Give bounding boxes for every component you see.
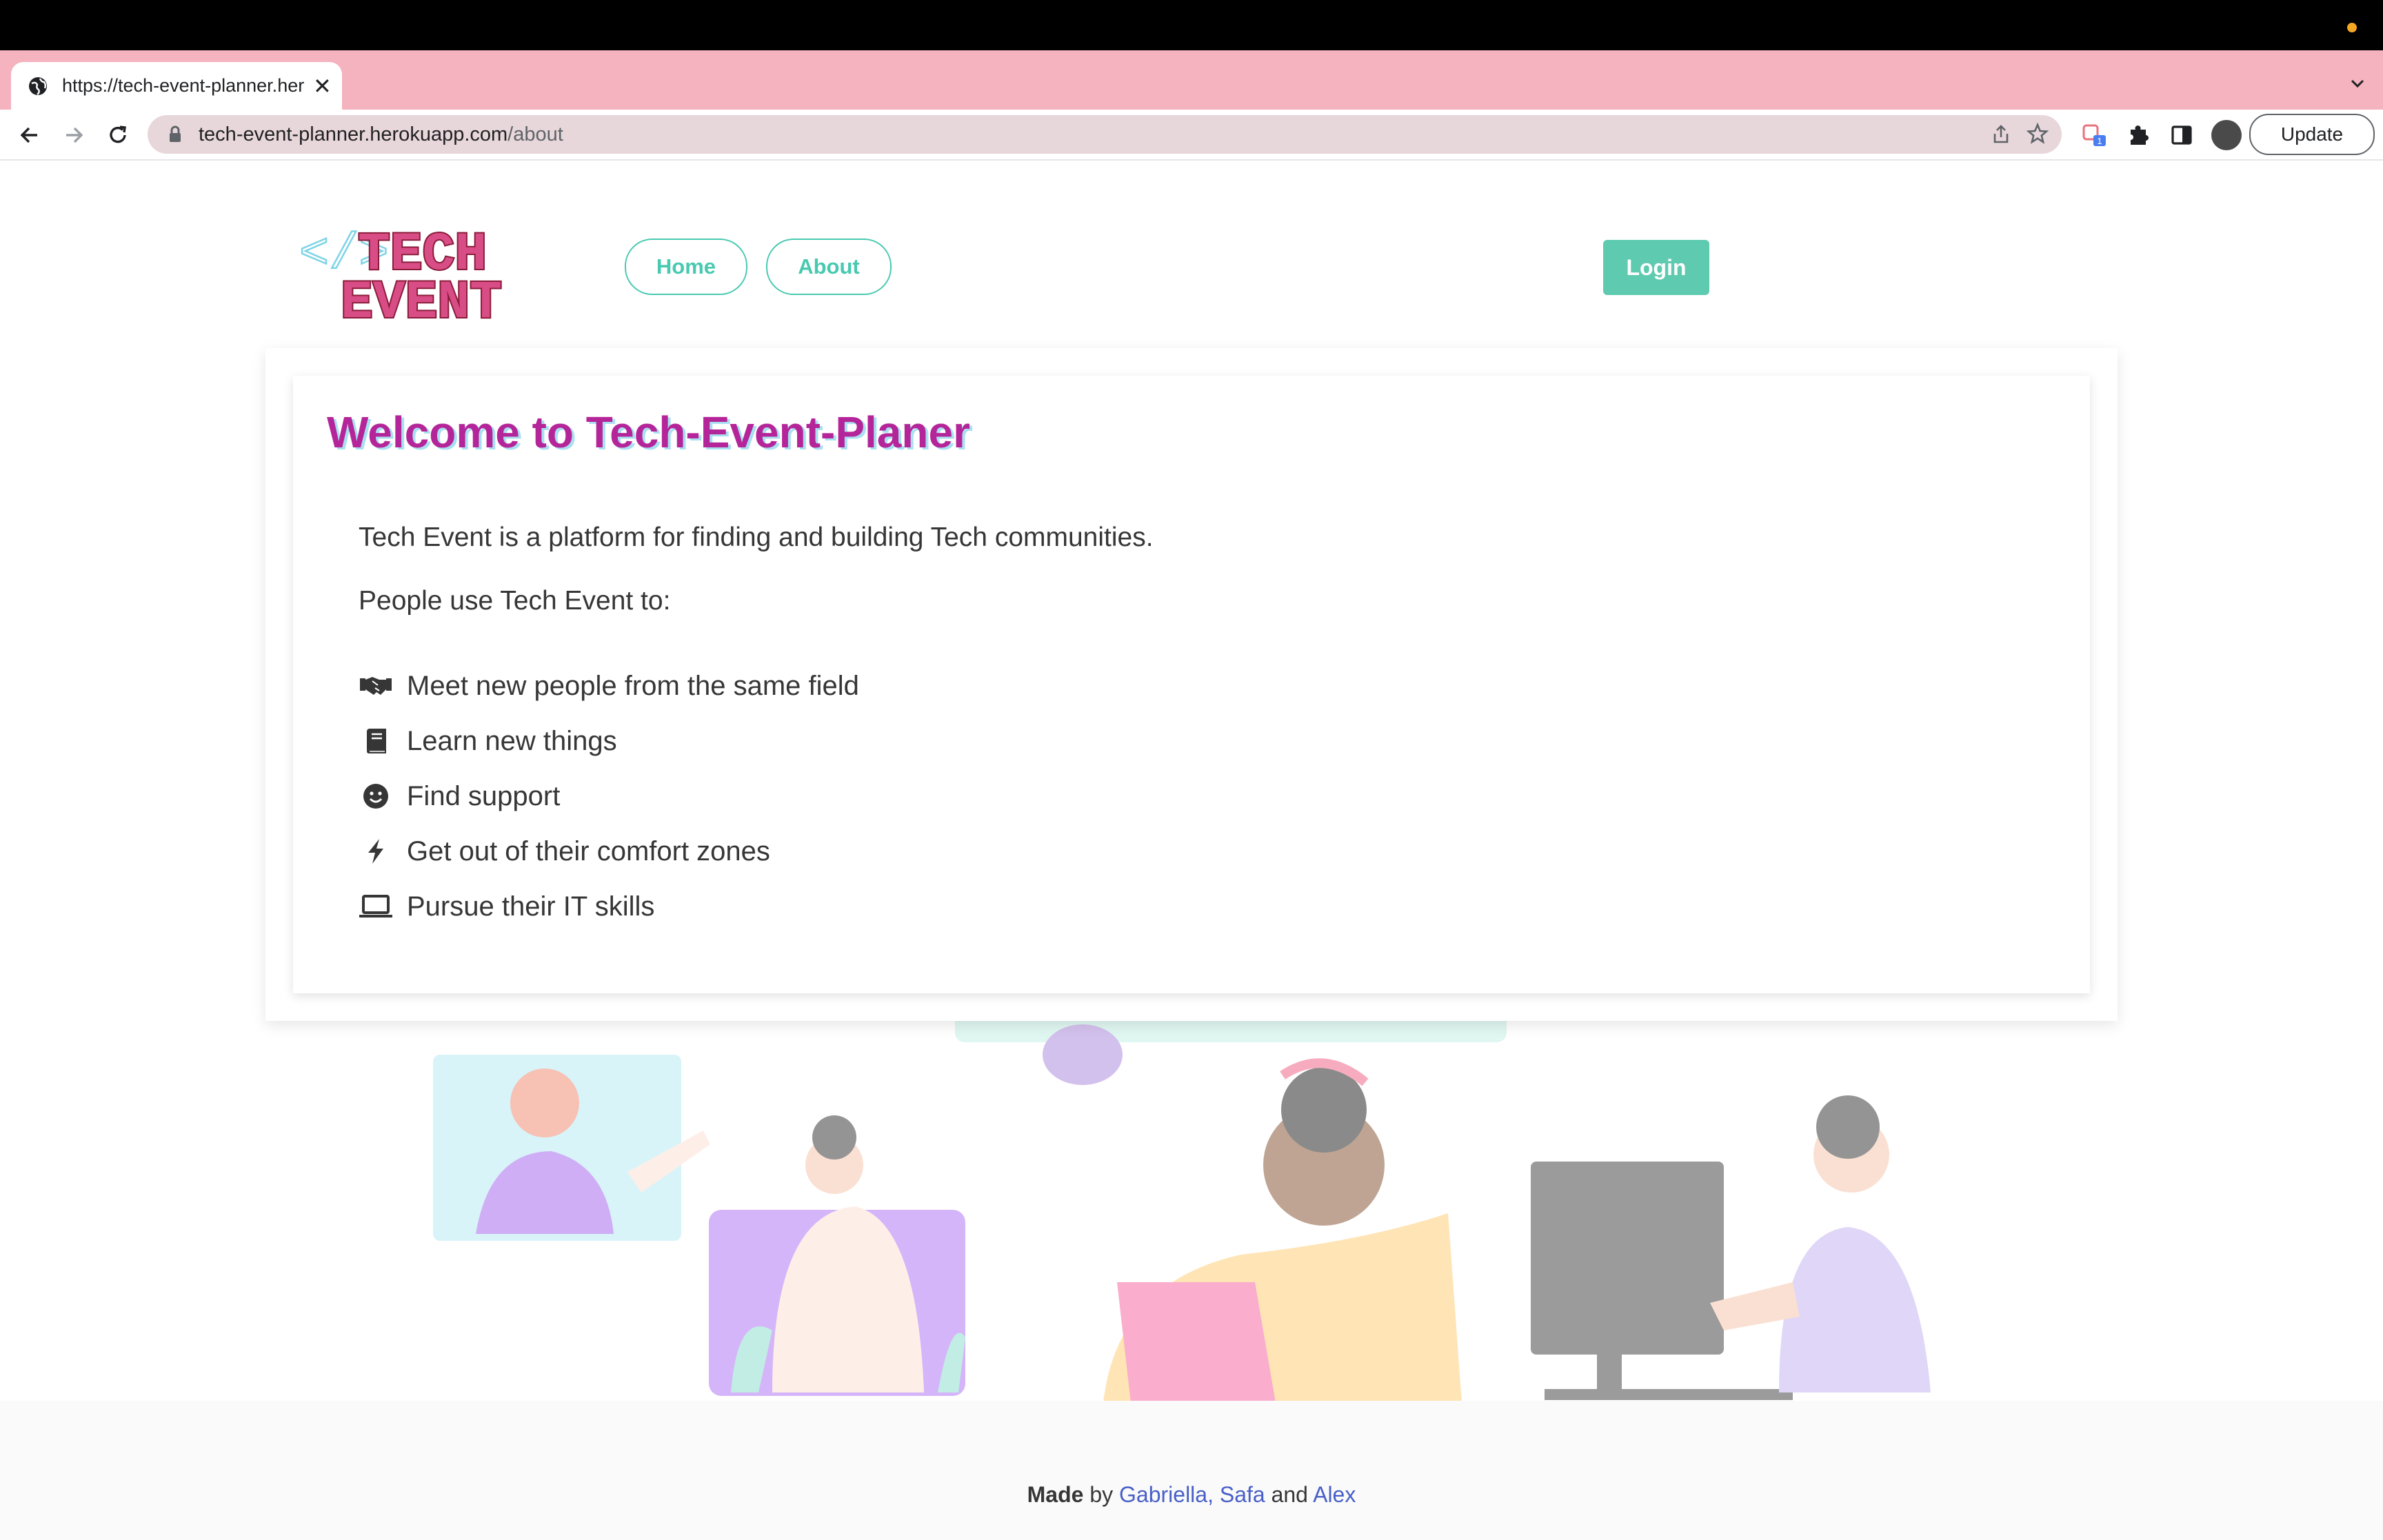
list-item: Meet new people from the same field [359,658,859,713]
laptop-icon [359,893,393,920]
list-item: Pursue their IT skills [359,879,859,934]
extension-badge-icon[interactable]: 1 [2081,121,2109,149]
footer: Made by Gabriella, Safa and Alex [0,1401,2383,1540]
footer-made: Made [1027,1482,1084,1507]
tech-event-logo[interactable]: </> TECH EVENT [298,226,512,321]
browser-tab[interactable]: https://tech-event-planner.herokuapp.com… [11,62,342,110]
os-menu-bar [0,0,2383,50]
profile-avatar[interactable] [2211,120,2242,150]
url-text: tech-event-planner.herokuapp.com/about [199,123,563,146]
intro-text: Tech Event is a platform for finding and… [359,523,1154,552]
login-button[interactable]: Login [1603,240,1709,295]
author-link-safa[interactable]: Safa [1220,1482,1265,1507]
author-link-alex[interactable]: Alex [1313,1482,1356,1507]
bolt-icon [359,838,393,865]
globe-icon [29,77,47,95]
back-arrow-icon[interactable] [17,122,43,148]
tab-title: https://tech-event-planner.herokuapp.com… [62,75,305,96]
forward-arrow-icon[interactable] [61,122,87,148]
use-label: Get out of their comfort zones [407,835,770,867]
uses-list: Meet new people from the same field Lear… [359,658,859,934]
list-item: Learn new things [359,713,859,769]
logo-line-2: EVENT [341,273,502,321]
reload-icon[interactable] [105,122,131,148]
footer-by: by [1089,1482,1114,1507]
use-label: Learn new things [407,725,617,756]
use-label: Meet new people from the same field [407,670,859,701]
footer-and: and [1271,1482,1308,1507]
url-host: tech-event-planner.herokuapp.com [199,123,508,145]
list-item: Get out of their comfort zones [359,824,859,879]
extension-badge-count: 1 [2097,136,2102,146]
update-button[interactable]: Update [2249,114,2375,155]
page-title: Welcome to Tech-Event-Planer [327,407,970,457]
use-label: Pursue their IT skills [407,891,655,922]
nav-home-button[interactable]: Home [625,239,747,295]
puzzle-extensions-icon[interactable] [2125,121,2153,149]
tab-close-icon[interactable]: ✕ [313,75,332,97]
uses-intro-text: People use Tech Event to: [359,586,671,616]
book-icon [359,727,393,755]
chevron-down-icon[interactable] [2347,73,2368,94]
smile-icon [359,782,393,810]
browser-toolbar: tech-event-planner.herokuapp.com/about [0,110,2383,161]
footer-credits: Made by Gabriella, Safa and Alex [0,1482,2383,1508]
bookmark-star-icon[interactable] [2026,122,2049,145]
url-path: /about [507,123,563,145]
use-label: Find support [407,780,561,811]
side-panel-icon[interactable] [2168,121,2195,149]
address-bar[interactable]: tech-event-planner.herokuapp.com/about [148,115,2062,154]
people-illustration [433,1006,1931,1403]
nav-about-button[interactable]: About [766,239,892,295]
author-link-gabriella[interactable]: Gabriella, [1119,1482,1214,1507]
lock-icon[interactable] [168,125,182,143]
list-item: Find support [359,769,859,824]
handshake-icon [359,672,393,700]
share-icon[interactable] [1990,123,2012,145]
status-dot-icon [2347,23,2357,32]
tab-strip: https://tech-event-planner.herokuapp.com… [0,50,2383,147]
